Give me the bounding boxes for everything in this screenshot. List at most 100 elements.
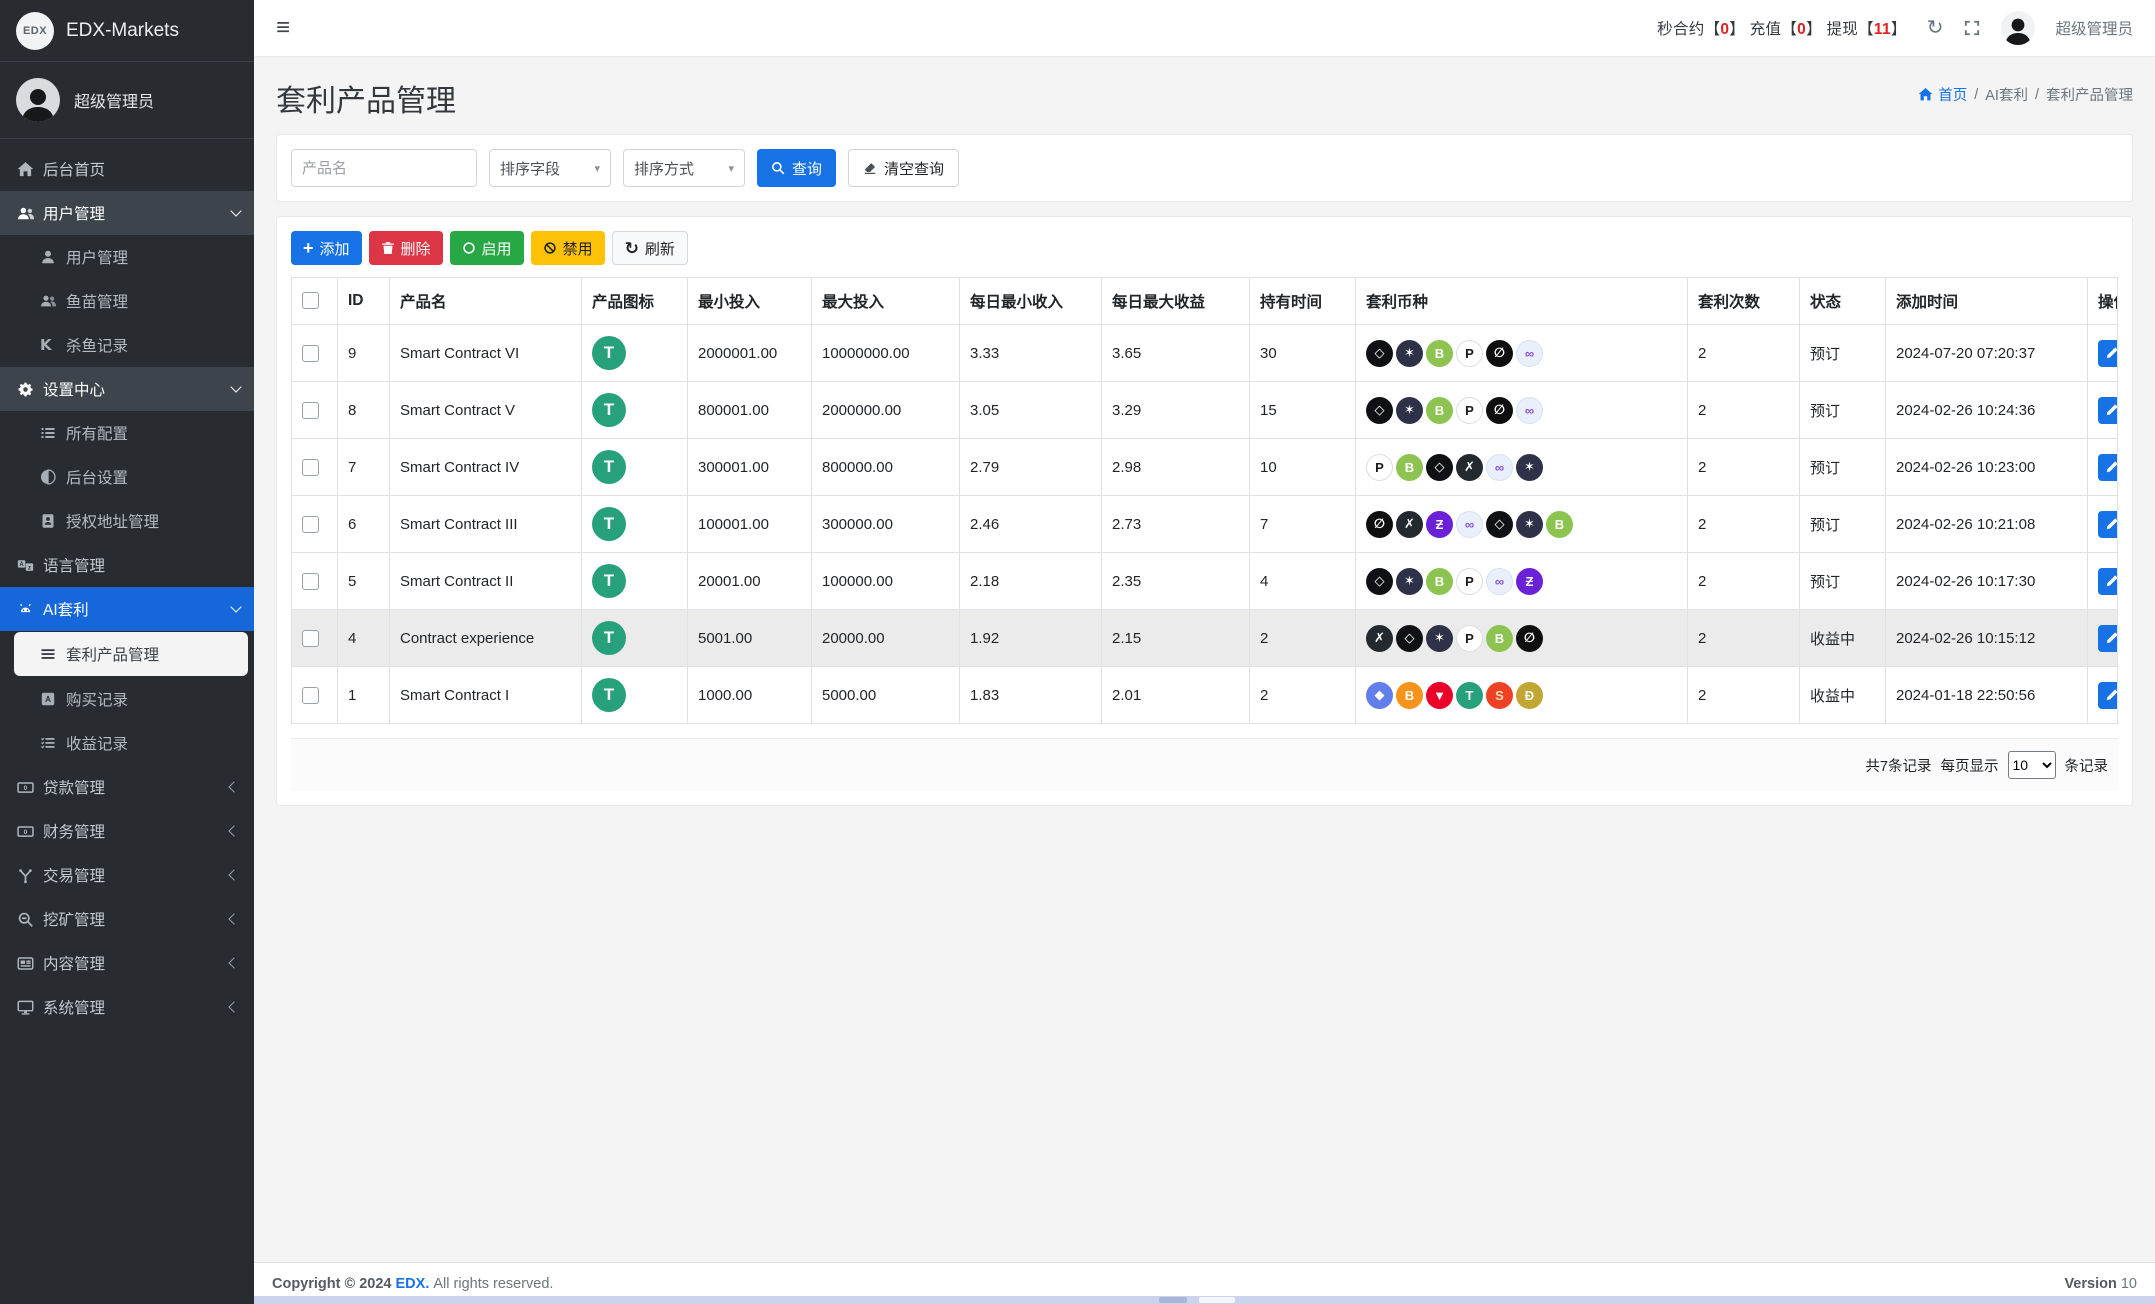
sidebar-item-loan-mgmt[interactable]: 0 贷款管理 bbox=[0, 765, 254, 809]
row-checkbox[interactable] bbox=[302, 686, 319, 704]
coin-eos-icon: ◇ bbox=[1396, 624, 1423, 652]
total-records-text: 共7条记录 bbox=[1865, 758, 1932, 775]
sidebar-item-all-config[interactable]: 所有配置 bbox=[0, 411, 254, 455]
sidebar-item-content-mgmt[interactable]: 内容管理 bbox=[0, 941, 254, 985]
fullscreen-icon[interactable] bbox=[1963, 19, 1981, 37]
address-book-icon bbox=[40, 513, 66, 529]
cell-daily-max-profit: 2.98 bbox=[1101, 438, 1250, 496]
chevron-left-icon bbox=[228, 957, 240, 969]
header-stats[interactable]: 秒合约【0】 充值【0】 提现【11】 bbox=[1657, 17, 1907, 39]
coin-bch-icon: B bbox=[1396, 453, 1423, 481]
coin-atom-icon: ✶ bbox=[1396, 567, 1423, 595]
row-checkbox[interactable] bbox=[302, 458, 319, 476]
coin-dot-icon: P bbox=[1366, 453, 1393, 481]
brand-row[interactable]: EDX EDX-Markets bbox=[0, 0, 254, 62]
cell-max-invest: 2000000.00 bbox=[811, 381, 960, 439]
row-edit-button[interactable] bbox=[2098, 396, 2117, 424]
chevron-left-icon bbox=[228, 1001, 240, 1013]
table-card: + 添加 删除 启用 禁用 ↻ 刷新 ID 产品名 产品图标 最小投入 最大投入… bbox=[276, 216, 2133, 806]
row-edit-button[interactable] bbox=[2098, 624, 2117, 652]
chevron-down-icon: ▾ bbox=[728, 162, 734, 175]
delete-button[interactable]: 删除 bbox=[368, 231, 443, 265]
cell-min-invest: 5001.00 bbox=[687, 609, 812, 667]
footer-brand-link[interactable]: EDX. bbox=[396, 1276, 430, 1292]
coin-eos-icon: ◇ bbox=[1426, 453, 1453, 481]
row-checkbox[interactable] bbox=[302, 401, 319, 419]
sidebar-item-backend-settings[interactable]: 后台设置 bbox=[0, 455, 254, 499]
sort-order-select[interactable]: 排序方式 ▾ bbox=[623, 149, 745, 187]
refresh-icon[interactable]: ↻ bbox=[1927, 18, 1944, 38]
cell-max-invest: 20000.00 bbox=[811, 609, 960, 667]
sidebar-item-language-mgmt[interactable]: Az 语言管理 bbox=[0, 543, 254, 587]
cell-arbitrage-coins: ∅ ✗ Ƶ ∞ ◇ ✶ B bbox=[1355, 495, 1688, 553]
product-usdt-icon: T bbox=[592, 507, 626, 541]
disable-button[interactable]: 禁用 bbox=[530, 231, 605, 265]
sidebar-item-profit-records[interactable]: 收益记录 bbox=[0, 721, 254, 765]
coin-eos-icon: ◇ bbox=[1366, 339, 1393, 367]
row-checkbox[interactable] bbox=[302, 515, 319, 533]
coin-eos-icon: ◇ bbox=[1366, 396, 1393, 424]
add-button[interactable]: + 添加 bbox=[291, 231, 362, 265]
sidebar-item-ai-arbitrage[interactable]: AI套利 bbox=[0, 587, 254, 631]
coin-icp-icon: ∞ bbox=[1516, 339, 1543, 367]
cell-product-name: Smart Contract III bbox=[389, 495, 582, 553]
cell-product-name: Smart Contract VI bbox=[389, 324, 582, 382]
taskbar-icon bbox=[1159, 1297, 1187, 1303]
header-username[interactable]: 超级管理员 bbox=[2055, 17, 2133, 39]
hamburger-menu-icon[interactable]: ≡ bbox=[276, 16, 290, 40]
sidebar-item-trade-mgmt[interactable]: 交易管理 bbox=[0, 853, 254, 897]
user-avatar[interactable] bbox=[2001, 11, 2036, 45]
sort-field-select[interactable]: 排序字段 ▾ bbox=[489, 149, 611, 187]
row-edit-button[interactable] bbox=[2098, 510, 2117, 538]
table-row: 1 Smart Contract I T 1000.00 5000.00 1.83 2.01… bbox=[291, 666, 2118, 724]
sidebar-item-fry-mgmt[interactable]: 鱼苗管理 bbox=[0, 279, 254, 323]
sidebar-item-mining-mgmt[interactable]: 挖矿管理 bbox=[0, 897, 254, 941]
home-icon bbox=[17, 161, 43, 178]
kickstarter-icon: K bbox=[40, 336, 52, 354]
chevron-left-icon bbox=[228, 781, 240, 793]
sidebar-item-kill-records[interactable]: K 杀鱼记录 bbox=[0, 323, 254, 367]
breadcrumb-home-link[interactable]: 首页 bbox=[1918, 84, 1967, 105]
sidebar-item-dashboard[interactable]: 后台首页 bbox=[0, 147, 254, 191]
cell-actions bbox=[2087, 552, 2118, 610]
cell-min-invest: 2000001.00 bbox=[687, 324, 812, 382]
cell-arbitrage-times: 2 bbox=[1687, 438, 1800, 496]
cell-status: 预订 bbox=[1799, 381, 1886, 439]
cell-max-invest: 5000.00 bbox=[811, 666, 960, 724]
svg-text:A: A bbox=[45, 695, 51, 704]
withdraw-count: 11 bbox=[1873, 21, 1891, 38]
table-header-row: ID 产品名 产品图标 最小投入 最大投入 每日最小收入 每日最大收益 持有时间… bbox=[291, 277, 2118, 325]
sidebar-item-purchase-records[interactable]: A 购买记录 bbox=[0, 677, 254, 721]
enable-button[interactable]: 启用 bbox=[449, 231, 524, 265]
clear-search-button[interactable]: 清空查询 bbox=[848, 149, 960, 187]
row-checkbox[interactable] bbox=[302, 344, 319, 362]
search-minus-icon bbox=[17, 911, 43, 928]
select-all-checkbox[interactable] bbox=[302, 292, 319, 310]
sidebar-item-auth-address[interactable]: 授权地址管理 bbox=[0, 499, 254, 543]
pencil-icon bbox=[2106, 518, 2117, 530]
sidebar-item-users[interactable]: 用户管理 bbox=[0, 235, 254, 279]
sidebar-item-settings-center[interactable]: 设置中心 bbox=[0, 367, 254, 411]
sidebar-item-finance-mgmt[interactable]: 0 财务管理 bbox=[0, 809, 254, 853]
row-checkbox[interactable] bbox=[302, 629, 319, 647]
per-page-select[interactable]: 10 bbox=[2007, 751, 2056, 779]
top-header: ≡ 秒合约【0】 充值【0】 提现【11】 ↻ 超级管理员 bbox=[254, 0, 2155, 56]
sidebar-item-user-mgmt[interactable]: 用户管理 bbox=[0, 191, 254, 235]
cell-id: 5 bbox=[337, 552, 390, 610]
cell-product-name: Contract experience bbox=[389, 609, 582, 667]
language-icon: Az bbox=[17, 557, 43, 574]
row-edit-button[interactable] bbox=[2098, 339, 2117, 367]
cell-product-name: Smart Contract I bbox=[389, 666, 582, 724]
product-name-input[interactable] bbox=[291, 149, 477, 187]
refresh-button[interactable]: ↻ 刷新 bbox=[611, 231, 688, 265]
search-button[interactable]: 查询 bbox=[757, 149, 837, 187]
row-checkbox[interactable] bbox=[302, 572, 319, 590]
per-page-suffix: 条记录 bbox=[2064, 758, 2109, 775]
row-edit-button[interactable] bbox=[2098, 681, 2117, 709]
pagination-bar: 共7条记录 每页显示 10 条记录 bbox=[291, 738, 2118, 791]
sidebar-item-arbitrage-products[interactable]: 套利产品管理 bbox=[14, 632, 248, 676]
row-edit-button[interactable] bbox=[2098, 453, 2117, 481]
sidebar-item-system-mgmt[interactable]: 系统管理 bbox=[0, 985, 254, 1029]
cell-actions bbox=[2087, 666, 2118, 724]
row-edit-button[interactable] bbox=[2098, 567, 2117, 595]
